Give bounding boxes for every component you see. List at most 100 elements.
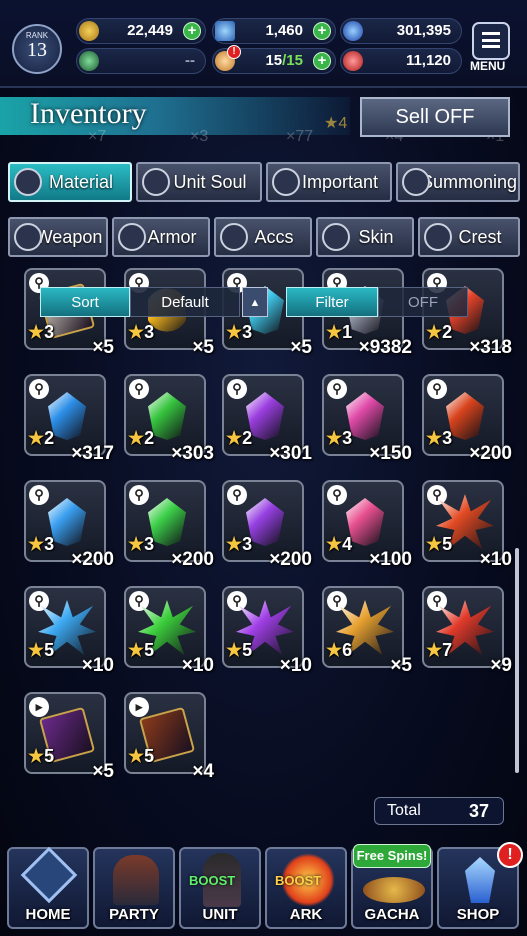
- item-slot[interactable]: ⚲ ★2: [222, 374, 304, 456]
- gil-counter[interactable]: 22,449 +: [76, 18, 206, 44]
- lock-icon[interactable]: ⚲: [327, 485, 347, 505]
- rarity-value: 5: [44, 640, 55, 660]
- lock-icon[interactable]: ⚲: [427, 591, 447, 611]
- hanger-icon: [322, 223, 350, 251]
- lock-icon[interactable]: ⚲: [227, 485, 247, 505]
- rarity-value: 3: [44, 322, 55, 342]
- item-slot[interactable]: ⚲ ★2: [24, 374, 106, 456]
- tab-unit-soul[interactable]: Unit Soul: [136, 162, 262, 202]
- rarity-stars: ★5: [28, 640, 55, 660]
- item-slot[interactable]: ⚲ ★5: [222, 586, 304, 668]
- menu-label: MENU: [470, 59, 506, 73]
- lock-icon[interactable]: ⚲: [29, 591, 49, 611]
- lock-icon[interactable]: ⚲: [29, 379, 49, 399]
- item-slot[interactable]: ⚲ ★5: [422, 480, 504, 562]
- scrollbar[interactable]: [515, 548, 519, 773]
- lock-icon[interactable]: ⚲: [227, 591, 247, 611]
- filter-label: Filter: [286, 287, 378, 317]
- lapis-counter[interactable]: 1,460 +: [212, 18, 336, 44]
- nav-label: GACHA: [364, 906, 420, 923]
- rarity-stars: ★5: [28, 746, 55, 766]
- lock-icon[interactable]: ▸: [129, 697, 149, 717]
- lock-icon[interactable]: ⚲: [129, 591, 149, 611]
- party-icon: [113, 855, 159, 905]
- nav-home[interactable]: HOME: [7, 846, 89, 929]
- shop-crystal-icon: [465, 857, 495, 903]
- nav-unit[interactable]: BOOST UNIT: [179, 847, 261, 929]
- item-slot[interactable]: ⚲ ★3: [222, 480, 304, 562]
- boost-badge: BOOST: [275, 873, 322, 888]
- rarity-value: 1: [342, 322, 353, 342]
- item-slot[interactable]: ⚲ ★3: [24, 480, 106, 562]
- stamina-value: 15: [265, 52, 283, 69]
- rank-value: 13: [27, 39, 47, 61]
- lock-icon[interactable]: ▸: [29, 697, 49, 717]
- menu-button[interactable]: [472, 22, 510, 60]
- sort-filter-bar: Sort Default ▲ Filter OFF: [40, 287, 480, 317]
- bag-icon: [14, 168, 42, 196]
- lock-icon[interactable]: ⚲: [129, 485, 149, 505]
- nav-label: UNIT: [202, 906, 238, 923]
- rarity-value: 2: [144, 428, 155, 448]
- item-slot[interactable]: ⚲ ★7: [422, 586, 504, 668]
- nav-ark[interactable]: BOOST ARK: [265, 847, 347, 929]
- ghost-text: ×3: [190, 128, 209, 145]
- lock-icon[interactable]: ⚲: [227, 379, 247, 399]
- lock-icon[interactable]: ⚲: [29, 485, 49, 505]
- filter-toggle[interactable]: OFF: [378, 287, 468, 317]
- sort-dropdown[interactable]: Default: [130, 287, 240, 317]
- item-slot[interactable]: ⚲ ★4: [322, 480, 404, 562]
- sell-off-button[interactable]: Sell OFF: [360, 97, 510, 137]
- rank-badge[interactable]: RANK 13: [12, 24, 62, 74]
- rarity-value: 2: [44, 428, 55, 448]
- tab-important[interactable]: Important: [266, 162, 392, 202]
- item-slot[interactable]: ⚲ ★3: [124, 480, 206, 562]
- orb-counter: 301,395: [340, 18, 462, 44]
- lock-icon[interactable]: ⚲: [327, 379, 347, 399]
- tab-summoning[interactable]: Summoning: [396, 162, 520, 202]
- nav-label: ARK: [289, 906, 323, 923]
- rarity-value: 2: [242, 428, 253, 448]
- rarity-value: 6: [342, 640, 353, 660]
- tab-skin[interactable]: Skin: [316, 217, 414, 257]
- add-lapis-button[interactable]: +: [313, 22, 331, 40]
- item-slot[interactable]: ⚲ ★3: [422, 374, 504, 456]
- lock-icon[interactable]: ⚲: [327, 591, 347, 611]
- lock-icon[interactable]: ⚲: [427, 379, 447, 399]
- free-spins-badge: Free Spins!: [353, 844, 431, 868]
- item-slot[interactable]: ⚲ ★5: [124, 586, 206, 668]
- rarity-value: 3: [144, 534, 155, 554]
- ghost-text: ×77: [286, 128, 314, 145]
- add-stamina-button[interactable]: +: [313, 52, 331, 70]
- tab-material[interactable]: Material: [8, 162, 132, 202]
- home-icon: [20, 846, 78, 904]
- arena-counter: --: [76, 48, 206, 74]
- rarity-stars: ★3: [226, 534, 253, 554]
- rarity-stars: ★2: [28, 428, 55, 448]
- item-slot[interactable]: ⚲ ★3: [322, 374, 404, 456]
- sort-label: Sort: [40, 287, 130, 317]
- page-title: Inventory: [30, 97, 147, 130]
- lock-icon[interactable]: ⚲: [129, 379, 149, 399]
- nav-party[interactable]: PARTY: [93, 847, 175, 929]
- add-gil-button[interactable]: +: [183, 22, 201, 40]
- item-slot[interactable]: ⚲ ★2: [124, 374, 206, 456]
- sword-icon: [14, 223, 42, 251]
- ring-icon: [220, 223, 248, 251]
- item-slot[interactable]: ⚲ ★5: [24, 586, 106, 668]
- item-slot[interactable]: ▸ ★5: [124, 692, 206, 774]
- tab-weapon[interactable]: Weapon: [8, 217, 108, 257]
- rarity-stars: ★3: [28, 534, 55, 554]
- tab-crest[interactable]: Crest: [418, 217, 520, 257]
- item-slot[interactable]: ▸ ★5: [24, 692, 106, 774]
- item-slot[interactable]: ⚲ ★6: [322, 586, 404, 668]
- rarity-stars: ★6: [326, 640, 353, 660]
- rarity-stars: ★3: [326, 428, 353, 448]
- tab-armor[interactable]: Armor: [112, 217, 210, 257]
- lock-icon[interactable]: ⚲: [427, 485, 447, 505]
- armor-icon: [118, 223, 146, 251]
- sort-direction-icon[interactable]: ▲: [242, 287, 268, 317]
- tab-accs[interactable]: Accs: [214, 217, 312, 257]
- shop-alert-icon: !: [497, 842, 523, 868]
- stamina-counter[interactable]: ! 15/15 +: [212, 45, 336, 74]
